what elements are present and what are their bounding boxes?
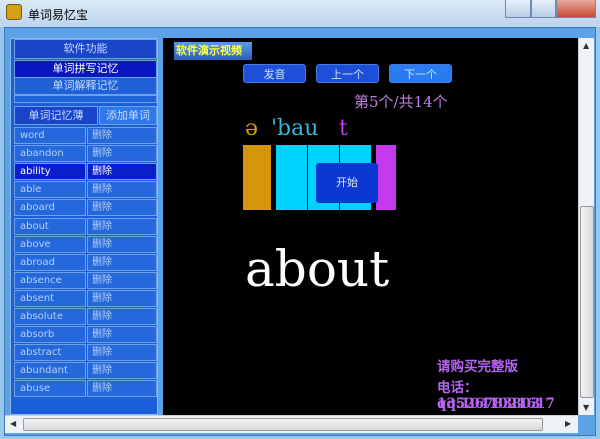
- word-row[interactable]: absent 删除: [14, 289, 157, 308]
- tab-add-word[interactable]: 添加单词: [99, 106, 157, 125]
- word-row[interactable]: abroad 删除: [14, 253, 157, 272]
- delete-button[interactable]: 删除: [87, 181, 157, 199]
- letter-bar-a: [243, 145, 271, 210]
- word-cell[interactable]: absolute: [14, 308, 86, 325]
- pronounce-button[interactable]: 发音: [243, 64, 306, 83]
- delete-button[interactable]: 删除: [87, 253, 157, 271]
- meaning-memory-button[interactable]: 单词解释记忆: [14, 77, 157, 95]
- word-row[interactable]: absolute 删除: [14, 308, 157, 326]
- tab-wordbook[interactable]: 单词记忆薄: [14, 106, 98, 125]
- current-word: about: [245, 240, 390, 298]
- scroll-right-icon[interactable]: ▶: [565, 419, 571, 428]
- word-row[interactable]: absorb 删除: [14, 326, 157, 344]
- delete-button[interactable]: 删除: [87, 362, 157, 380]
- phonetic-part: 'bau: [271, 116, 319, 141]
- scroll-left-icon[interactable]: ◀: [10, 419, 16, 428]
- scroll-up-icon[interactable]: ▲: [583, 41, 589, 50]
- scroll-down-icon[interactable]: ▼: [583, 403, 589, 412]
- next-button[interactable]: 下一个: [389, 64, 452, 83]
- prev-button[interactable]: 上一个: [316, 64, 379, 83]
- start-button[interactable]: 开始: [316, 163, 378, 203]
- empty-bar: [14, 95, 157, 103]
- main-panel: 软件演示视频 发音 上一个 下一个 第5个/共14个 ə 'bau t 开始 a…: [163, 38, 578, 415]
- word-cell[interactable]: abandon: [14, 145, 86, 163]
- word-cell[interactable]: word: [14, 127, 86, 144]
- phonetic-part: ə: [245, 116, 259, 141]
- scroll-thumb[interactable]: [580, 206, 594, 398]
- word-cell[interactable]: above: [14, 235, 86, 253]
- word-row[interactable]: able 删除: [14, 181, 157, 199]
- delete-button[interactable]: 删除: [87, 344, 157, 362]
- delete-button[interactable]: 删除: [87, 145, 157, 163]
- spell-memory-button[interactable]: 单词拼写记忆: [14, 60, 157, 78]
- delete-button[interactable]: 删除: [87, 326, 157, 344]
- word-cell[interactable]: able: [14, 181, 86, 199]
- word-row[interactable]: abandon 删除: [14, 145, 157, 163]
- delete-button[interactable]: 删除: [87, 271, 157, 289]
- word-cell[interactable]: aboard: [14, 199, 86, 217]
- word-cell[interactable]: absent: [14, 289, 86, 307]
- delete-button[interactable]: 删除: [87, 163, 157, 181]
- word-row[interactable]: word 删除: [14, 127, 157, 145]
- word-row[interactable]: abuse 删除: [14, 380, 157, 398]
- word-counter: 第5个/共14个: [354, 93, 448, 111]
- title-bar: 单词易忆宝: [0, 0, 600, 27]
- delete-button[interactable]: 删除: [87, 127, 157, 144]
- word-cell[interactable]: abuse: [14, 380, 86, 398]
- word-cell[interactable]: about: [14, 217, 86, 235]
- word-row[interactable]: above 删除: [14, 235, 157, 254]
- delete-button[interactable]: 删除: [87, 380, 157, 398]
- word-row[interactable]: aboard 删除: [14, 199, 157, 217]
- promo-line: 请购买完整版: [437, 359, 518, 375]
- maximize-button[interactable]: [531, 0, 556, 18]
- word-row[interactable]: ability 删除: [14, 163, 157, 181]
- letter-bar-t: [376, 145, 396, 210]
- close-button[interactable]: [556, 0, 596, 18]
- promo-qq: qq:1041021617: [437, 396, 555, 412]
- letter-bar-b: [276, 145, 307, 210]
- word-cell[interactable]: abroad: [14, 253, 86, 271]
- sidebar: 软件功能 单词拼写记忆 单词解释记忆 单词记忆薄 添加单词 word 删除 aban…: [10, 38, 158, 415]
- word-cell[interactable]: absence: [14, 271, 86, 289]
- minimize-button[interactable]: [505, 0, 531, 18]
- delete-button[interactable]: 删除: [87, 308, 157, 325]
- function-header[interactable]: 软件功能: [14, 39, 157, 59]
- word-cell[interactable]: absorb: [14, 326, 86, 344]
- demo-video-button[interactable]: 软件演示视频: [174, 42, 252, 60]
- horizontal-scrollbar[interactable]: ◀ ▶: [5, 415, 578, 433]
- delete-button[interactable]: 删除: [87, 199, 157, 217]
- word-cell[interactable]: ability: [14, 163, 86, 181]
- window-title: 单词易忆宝: [28, 8, 89, 22]
- app-icon: [6, 4, 22, 20]
- word-row[interactable]: about 删除: [14, 217, 157, 236]
- vertical-scrollbar[interactable]: ▲ ▼: [578, 38, 594, 415]
- phonetic-part: t: [339, 116, 348, 141]
- delete-button[interactable]: 删除: [87, 217, 157, 235]
- word-row[interactable]: absence 删除: [14, 271, 157, 290]
- delete-button[interactable]: 删除: [87, 289, 157, 307]
- word-row[interactable]: abstract 删除: [14, 344, 157, 362]
- delete-button[interactable]: 删除: [87, 235, 157, 253]
- word-cell[interactable]: abstract: [14, 344, 86, 362]
- word-row[interactable]: abundant 删除: [14, 362, 157, 380]
- hscroll-thumb[interactable]: [23, 418, 543, 431]
- word-cell[interactable]: abundant: [14, 362, 86, 380]
